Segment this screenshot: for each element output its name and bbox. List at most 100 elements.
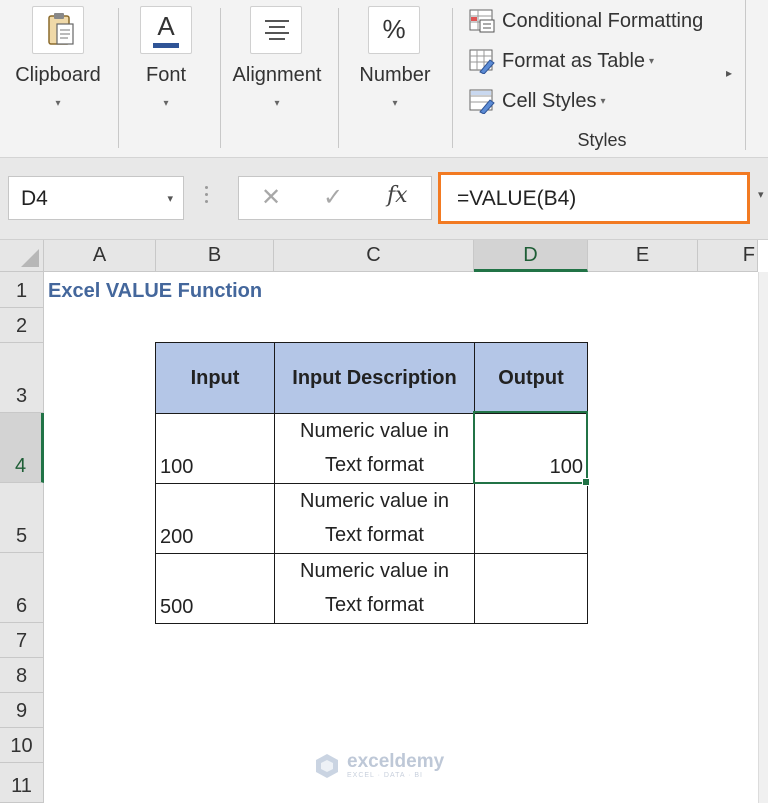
chevron-down-icon[interactable]: ▾ [167, 192, 173, 205]
row-header-8[interactable]: 8 [0, 658, 44, 693]
column-header-d[interactable]: D [474, 240, 588, 272]
font-color-icon: A [140, 6, 192, 54]
table-cell-description[interactable]: Numeric value in Text format [274, 413, 475, 484]
formula-bar: D4 ▾ ✕ ✓ fx =VALUE(B4) ▾ [0, 158, 768, 240]
table-header-output[interactable]: Output [474, 342, 588, 414]
row-header-10[interactable]: 10 [0, 728, 44, 763]
row-header-7[interactable]: 7 [0, 623, 44, 658]
clipboard-button[interactable]: Clipboard ▾ [0, 0, 116, 150]
ribbon-divider [745, 0, 746, 150]
watermark: exceldemy EXCEL · DATA · BI [313, 752, 444, 780]
format-as-table-label: Format as Table [502, 49, 646, 72]
cell-styles-button[interactable]: Cell Styles ▾ [468, 86, 606, 116]
row-header-5[interactable]: 5 [0, 483, 44, 553]
formula-tools: ✕ ✓ fx [238, 176, 432, 220]
chevron-down-icon: ▾ [274, 98, 280, 109]
column-header-b[interactable]: B [156, 240, 274, 272]
row-number: 4 [14, 455, 27, 477]
select-all-icon [21, 249, 39, 267]
table-header-input[interactable]: Input [155, 342, 275, 414]
conditional-formatting-button[interactable]: Conditional Formatting [468, 6, 703, 36]
number-button[interactable]: % Number ▾ [340, 0, 450, 150]
exceldemy-logo-icon [313, 752, 341, 780]
percent-icon: % [368, 6, 420, 54]
select-all-button[interactable] [0, 240, 44, 272]
table-cell-input[interactable]: 500 [155, 553, 275, 624]
conditional-formatting-label: Conditional Formatting [502, 9, 704, 32]
font-glyph: A [157, 11, 175, 41]
format-as-table-icon [468, 48, 496, 75]
table-cell-input[interactable]: 200 [155, 483, 275, 554]
cell-value: Text format [325, 454, 424, 476]
ribbon-scroll-right-icon[interactable]: ▸ [726, 66, 732, 80]
format-as-table-button[interactable]: Format as Table ▾ [468, 46, 654, 76]
row-header-11[interactable]: 11 [0, 763, 44, 803]
cell-value: Numeric value in [300, 420, 449, 442]
table-cell-output[interactable] [474, 553, 588, 624]
number-label: Number [359, 64, 431, 86]
chevron-down-icon: ▾ [55, 98, 61, 109]
cell-value: Text format [325, 594, 424, 616]
cell-value: 100 [160, 456, 194, 478]
name-box[interactable]: D4 ▾ [8, 176, 184, 220]
cell-value: Numeric value in [300, 560, 449, 582]
ribbon: Clipboard ▾ A Font ▾ Alignment ▾ % Numbe… [0, 0, 768, 158]
cell-styles-icon [468, 88, 496, 115]
column-header-f[interactable]: F [698, 240, 758, 272]
row-number: 11 [11, 775, 32, 797]
chevron-down-icon[interactable]: ▾ [758, 188, 764, 201]
cancel-icon[interactable]: ✕ [261, 183, 281, 212]
table-header-description[interactable]: Input Description [274, 342, 475, 414]
table-cell-description[interactable]: Numeric value in Text format [274, 553, 475, 624]
watermark-text: exceldemy EXCEL · DATA · BI [347, 752, 444, 780]
table-cell-output[interactable] [474, 483, 588, 554]
alignment-button[interactable]: Alignment ▾ [222, 0, 332, 150]
align-lines-icon [250, 6, 302, 54]
formula-text: =VALUE(B4) [457, 187, 577, 210]
fill-handle[interactable] [582, 478, 590, 486]
row-header-9[interactable]: 9 [0, 693, 44, 728]
percent-glyph: % [382, 14, 406, 44]
cell-value: Text format [325, 524, 424, 546]
table-cell-description[interactable]: Numeric value in Text format [274, 483, 475, 554]
column-header-e[interactable]: E [588, 240, 698, 272]
ribbon-divider [338, 8, 339, 148]
styles-group-label: Styles [577, 130, 627, 150]
chevron-down-icon: ▾ [392, 98, 398, 109]
alignment-label: Alignment [232, 64, 322, 86]
font-button[interactable]: A Font ▾ [120, 0, 212, 150]
cell-value: 500 [160, 596, 194, 618]
chevron-down-icon: ▾ [649, 55, 655, 67]
row-number: 7 [15, 630, 28, 652]
worksheet-grid[interactable]: A B C D E F 1 2 3 4 5 6 7 8 9 10 11 Exce… [0, 240, 768, 803]
font-group: A Font ▾ [120, 0, 212, 150]
row-header-6[interactable]: 6 [0, 553, 44, 623]
insert-function-icon[interactable]: fx [387, 183, 408, 208]
row-number: 2 [15, 315, 28, 337]
font-color-bar [153, 43, 179, 48]
row-number: 3 [15, 385, 28, 407]
active-cell-selection[interactable] [473, 411, 588, 484]
row-number: 5 [15, 525, 28, 547]
formula-input[interactable]: =VALUE(B4) [438, 172, 750, 224]
chevron-down-icon: ▾ [163, 98, 169, 109]
enter-icon[interactable]: ✓ [323, 183, 343, 212]
row-number: 10 [10, 735, 33, 757]
ribbon-divider [220, 8, 221, 148]
cell-styles-label: Cell Styles [502, 89, 597, 112]
clipboard-label: Clipboard [15, 64, 101, 86]
formula-bar-splitter[interactable] [205, 186, 209, 208]
table-cell-input[interactable]: 100 [155, 413, 275, 484]
row-header-4[interactable]: 4 [0, 413, 44, 483]
sheet-title: Excel VALUE Function [48, 280, 263, 302]
name-box-value: D4 [21, 187, 48, 210]
row-header-3[interactable]: 3 [0, 343, 44, 413]
row-header-2[interactable]: 2 [0, 308, 44, 343]
clipboard-group: Clipboard ▾ [0, 0, 116, 150]
column-header-c[interactable]: C [274, 240, 474, 272]
column-header-a[interactable]: A [44, 240, 156, 272]
row-number: 8 [15, 665, 28, 687]
table-header-label: Input Description [292, 366, 457, 389]
vertical-scrollbar[interactable] [758, 272, 768, 803]
row-header-1[interactable]: 1 [0, 272, 44, 308]
